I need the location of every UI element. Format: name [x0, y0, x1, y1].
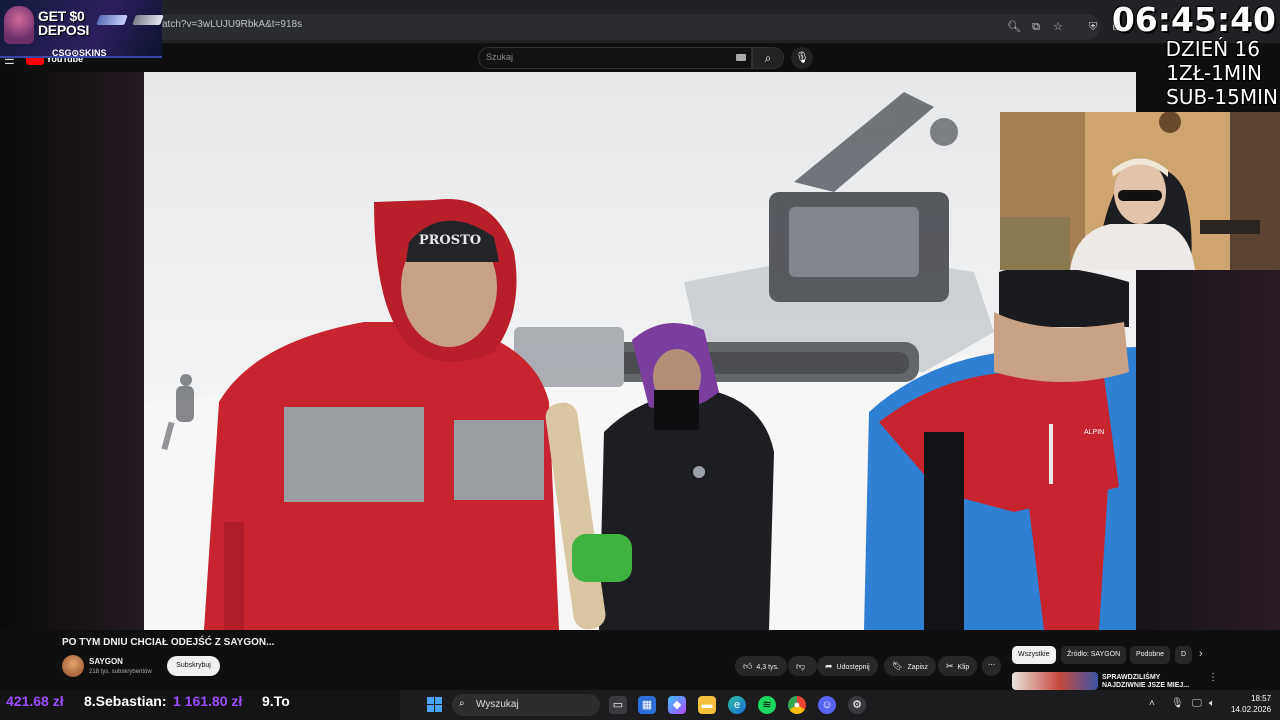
- video-player[interactable]: PROSTO ALPIN: [144, 72, 1136, 630]
- share-arrow-icon: ➦: [825, 661, 833, 671]
- screen: atch?v=3wLUJU9RbkA&t=918s 🔍︎ ⧉ ☆ ⛨ ⧠ ☰ Y…: [0, 0, 1280, 720]
- chip-source[interactable]: Źródło: SAYGON: [1061, 646, 1127, 664]
- ticker-amount-1: 421.68 zł: [6, 693, 64, 709]
- taskbar-search-text: Wyszukaj: [476, 699, 519, 710]
- webcam-frame: [1000, 112, 1280, 270]
- subscribe-button[interactable]: Subskrybuj: [167, 656, 220, 676]
- thumbs-down-icon: 👎︎: [796, 661, 806, 671]
- mascot-icon: [4, 6, 34, 44]
- microphone-tray-icon[interactable]: 🎙︎: [1171, 698, 1184, 709]
- windows-start-icon[interactable]: [427, 697, 442, 712]
- recommended-thumbnail[interactable]: [1012, 672, 1098, 690]
- video-frame: PROSTO ALPIN: [144, 92, 1136, 630]
- ticker-amount-2: 1 161.80 zł: [173, 693, 243, 709]
- recommended-menu-icon[interactable]: ⋮: [1208, 672, 1218, 683]
- search-input[interactable]: [478, 47, 752, 69]
- like-button[interactable]: 👍︎ 4,3 tys.: [735, 656, 787, 676]
- spotify-icon[interactable]: ≋: [758, 696, 776, 714]
- more-actions-button[interactable]: ⋯: [982, 656, 1001, 676]
- taskbar-clock-time[interactable]: 18:57: [1251, 694, 1271, 703]
- network-icon[interactable]: 🖵: [1192, 698, 1202, 709]
- save-label: Zapisz: [907, 664, 929, 671]
- sponsor-promo-banner[interactable]: GET $0 DEPOSI CSG⊙SKINS: [0, 0, 164, 58]
- channel-subscribers: 218 tys. subskrybentów: [89, 669, 152, 675]
- url-text[interactable]: atch?v=3wLUJU9RbkA&t=918s: [162, 19, 302, 30]
- video-title: PO TYM DNIU CHCIAŁ ODEJŚĆ Z SAYGON...: [62, 637, 275, 648]
- copilot-icon[interactable]: ◆: [668, 696, 686, 714]
- recommended-title[interactable]: SPRAWDZILIŚMY NAJDZIWNIE JSZE MIEJ...: [1102, 674, 1189, 690]
- left-background: [0, 72, 144, 630]
- keyboard-icon[interactable]: [736, 54, 746, 61]
- bookmark-icon: 🔖︎: [892, 661, 904, 671]
- share-label: Udostępnij: [836, 664, 870, 671]
- discord-icon[interactable]: ☺: [818, 696, 836, 714]
- taskbar-search[interactable]: [452, 694, 600, 716]
- bookmark-star-icon[interactable]: ☆: [1050, 19, 1066, 35]
- clip-label: Klip: [957, 664, 970, 671]
- channel-name[interactable]: SAYGON: [89, 657, 123, 666]
- wall-clock-icon: [1159, 112, 1181, 133]
- subathon-rate: 1ZŁ-1MIN: [1166, 61, 1262, 85]
- promo-title: GET $0 DEPOSI: [38, 8, 90, 38]
- subathon-day: DZIEŃ 16: [1165, 37, 1260, 61]
- edge-icon[interactable]: e: [728, 696, 746, 714]
- recommended-title-line1: SPRAWDZILIŚMY: [1102, 674, 1161, 681]
- channel-avatar[interactable]: [62, 655, 84, 677]
- chip-more[interactable]: D: [1175, 646, 1193, 664]
- task-view-icon[interactable]: ▭: [609, 696, 627, 714]
- ticker-entry-2: 9.To: [262, 693, 290, 709]
- save-button[interactable]: 🔖︎ Zapisz: [884, 656, 937, 676]
- scissors-icon: ✂: [946, 661, 954, 671]
- person-left-red-jacket: PROSTO: [204, 199, 559, 630]
- search-icon: ⌕: [459, 698, 465, 709]
- file-explorer-icon[interactable]: ▬: [698, 696, 716, 714]
- search-icon: ⌕: [764, 51, 772, 65]
- jacket-badge-text: ALPIN: [1084, 429, 1104, 436]
- recommended-title-line2: NAJDZIWNIE JSZE MIEJ...: [1102, 682, 1190, 689]
- share-button[interactable]: ➦ Udostępnij: [817, 656, 878, 676]
- right-background: [1136, 270, 1280, 630]
- volume-icon[interactable]: 🔈︎: [1209, 698, 1215, 709]
- subathon-timer: 06:45:40: [1111, 0, 1276, 39]
- chip-all[interactable]: Wszystkie: [1012, 646, 1056, 664]
- voice-search-button[interactable]: 🎙︎: [791, 47, 813, 69]
- knife-skin-icon: [132, 15, 164, 25]
- chrome-icon[interactable]: ●: [788, 696, 806, 714]
- tray-chevron-up-icon[interactable]: ˄: [1149, 698, 1155, 709]
- search-placeholder: Szukaj: [486, 52, 514, 62]
- like-count: 4,3 tys.: [756, 664, 779, 671]
- zoom-icon[interactable]: 🔍︎: [1006, 19, 1022, 35]
- shield-icon[interactable]: ⛨: [1085, 19, 1101, 35]
- share-icon[interactable]: ⧉: [1028, 19, 1044, 35]
- dislike-button[interactable]: 👎︎: [788, 656, 818, 676]
- subathon-sub-rate: SUB-15MIN: [1166, 85, 1278, 109]
- streamer-webcam: [1000, 112, 1280, 270]
- thumbs-up-icon: 👍︎: [743, 661, 753, 671]
- beanie-text: PROSTO: [419, 233, 481, 248]
- rifle-skin-icon: [96, 15, 128, 25]
- promo-brand: CSG⊙SKINS: [52, 48, 107, 58]
- chip-related[interactable]: Podobne: [1130, 646, 1171, 664]
- search-button[interactable]: ⌕: [752, 47, 784, 69]
- taskbar-clock-date[interactable]: 14.02.2026: [1231, 705, 1271, 714]
- clip-button[interactable]: ✂ Klip: [938, 656, 978, 676]
- mic-icon: 🎙︎: [795, 52, 809, 64]
- settings-gear-icon[interactable]: ⚙: [848, 696, 866, 714]
- store-icon[interactable]: ▦: [638, 696, 656, 714]
- ticker-entry: 8.Sebastian:: [84, 693, 167, 709]
- snowcat-vehicle: [514, 92, 994, 387]
- chevron-right-icon[interactable]: ›: [1199, 648, 1203, 660]
